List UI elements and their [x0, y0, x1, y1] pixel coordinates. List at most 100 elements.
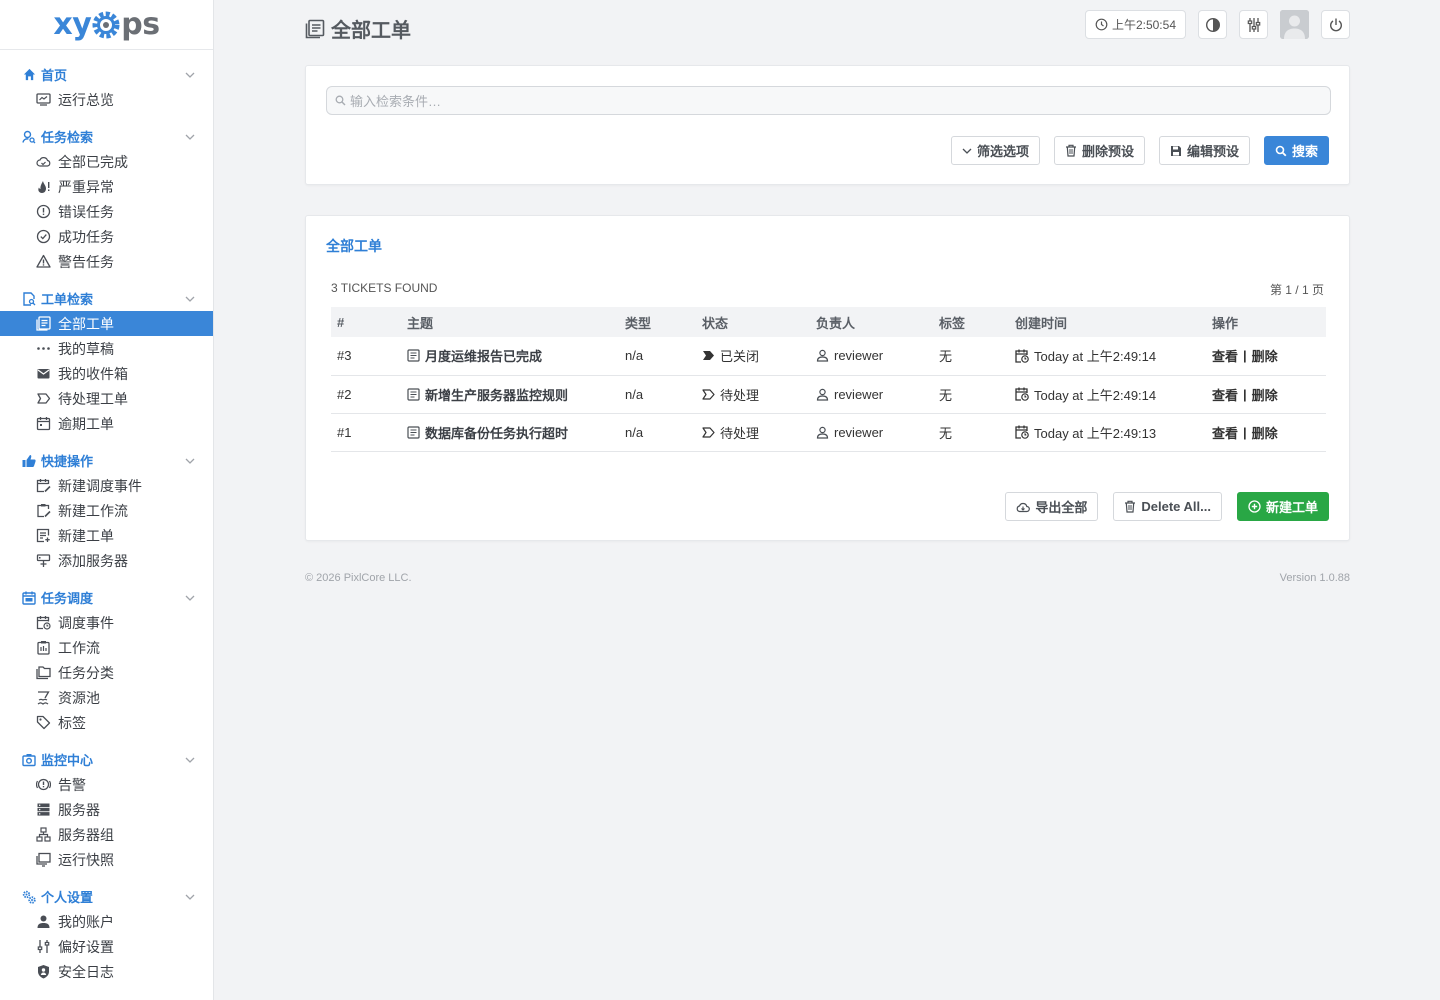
sidebar-item-error[interactable]: 错误任务 — [0, 199, 213, 224]
nav-head-scheduler[interactable]: 任务调度 — [0, 585, 213, 610]
column-header[interactable]: 状态 — [696, 307, 810, 337]
edit-preset-button[interactable]: 编辑预设 — [1158, 136, 1250, 165]
sidebar-item-success[interactable]: 成功任务 — [0, 224, 213, 249]
sidebar: xy ps 首页 运行总览 任务检索 全部已完成 严重异常 错误任务 成功任务 … — [0, 0, 214, 1000]
sidebar-item-servers[interactable]: 服务器 — [0, 797, 213, 822]
sidebar-item-events[interactable]: 调度事件 — [0, 610, 213, 635]
sidebar-item-tags[interactable]: 标签 — [0, 710, 213, 735]
nav-head-job-search[interactable]: 任务检索 — [0, 124, 213, 149]
chevron-down-icon[interactable] — [185, 757, 195, 763]
column-header[interactable]: 创建时间 — [1009, 307, 1206, 337]
nav-head-home[interactable]: 首页 — [0, 62, 213, 87]
chevron-down-icon[interactable] — [185, 458, 195, 464]
ticket-type: n/a — [619, 413, 696, 452]
sidebar-item-new-ticket[interactable]: 新建工单 — [0, 523, 213, 548]
sidebar-item-new-workflow[interactable]: 新建工作流 — [0, 498, 213, 523]
table-header-row: # 主题 类型 状态 负责人 标签 创建时间 操作 — [331, 307, 1326, 337]
trash-icon — [1065, 144, 1077, 157]
nav-section-job-search: 任务检索 全部已完成 严重异常 错误任务 成功任务 警告任务 — [0, 124, 213, 274]
clock-button[interactable]: 上午2:50:54 — [1084, 10, 1186, 39]
filter-options-button[interactable]: 筛选选项 — [950, 136, 1040, 165]
folder-multiple-icon — [36, 665, 51, 680]
column-header[interactable]: 标签 — [933, 307, 1009, 337]
export-all-button[interactable]: 导出全部 — [1005, 492, 1099, 521]
sidebar-item-label: 我的收件箱 — [58, 365, 128, 382]
delete-link[interactable]: 删除 — [1252, 346, 1278, 365]
sidebar-item-overdue[interactable]: 逾期工单 — [0, 411, 213, 436]
chevron-down-icon[interactable] — [185, 72, 195, 78]
sidebar-item-server-groups[interactable]: 服务器组 — [0, 822, 213, 847]
search-input[interactable]: 输入检索条件… — [326, 86, 1331, 115]
sidebar-item-label: 新建调度事件 — [58, 477, 142, 494]
settings-button[interactable] — [1239, 10, 1268, 39]
nav-head-quick-actions[interactable]: 快捷操作 — [0, 448, 213, 473]
sidebar-item-security-log[interactable]: 安全日志 — [0, 959, 213, 984]
avatar[interactable] — [1280, 10, 1309, 39]
sidebar-item-all-completed[interactable]: 全部已完成 — [0, 149, 213, 174]
sidebar-item-resource-pool[interactable]: 资源池 — [0, 685, 213, 710]
sidebar-item-account[interactable]: 我的账户 — [0, 909, 213, 934]
delete-link[interactable]: 删除 — [1252, 385, 1278, 404]
column-header[interactable]: # — [331, 307, 401, 337]
nav-head-settings[interactable]: 个人设置 — [0, 884, 213, 909]
column-header[interactable]: 主题 — [401, 307, 619, 337]
sidebar-item-snapshots[interactable]: 运行快照 — [0, 847, 213, 872]
delete-preset-button[interactable]: 删除预设 — [1053, 136, 1145, 165]
ticket-type: n/a — [619, 337, 696, 376]
sidebar-item-label: 任务分类 — [58, 664, 114, 681]
theme-toggle-button[interactable] — [1198, 10, 1227, 39]
server-icon — [36, 802, 51, 817]
view-link[interactable]: 查看 — [1212, 423, 1238, 442]
logo[interactable]: xy ps — [0, 0, 213, 50]
chevron-down-icon[interactable] — [185, 134, 195, 140]
delete-link[interactable]: 删除 — [1252, 423, 1278, 442]
ticket-assignee: reviewer — [816, 348, 933, 363]
sidebar-item-alerts[interactable]: 告警 — [0, 772, 213, 797]
nav-section-monitoring: 监控中心 告警 服务器 服务器组 运行快照 — [0, 747, 213, 872]
sidebar-item-critical[interactable]: 严重异常 — [0, 174, 213, 199]
column-header[interactable]: 类型 — [619, 307, 696, 337]
chevron-down-icon[interactable] — [185, 595, 195, 601]
account-outline-icon — [816, 426, 829, 439]
sidebar-item-drafts[interactable]: 我的草稿 — [0, 336, 213, 361]
results-count: 3 TICKETS FOUND — [331, 281, 438, 295]
sidebar-item-new-event[interactable]: 新建调度事件 — [0, 473, 213, 498]
assignee-name: reviewer — [834, 348, 884, 364]
column-header[interactable]: 负责人 — [810, 307, 933, 337]
sidebar-item-pending[interactable]: 待处理工单 — [0, 386, 213, 411]
nav-head-monitoring[interactable]: 监控中心 — [0, 747, 213, 772]
nav-head-label: 工单检索 — [41, 292, 94, 307]
calendar-icon — [36, 416, 51, 431]
nav-head-tickets[interactable]: 工单检索 — [0, 286, 213, 311]
chevron-down-icon[interactable] — [185, 296, 195, 302]
chevron-down-icon[interactable] — [185, 894, 195, 900]
sidebar-item-warning[interactable]: 警告任务 — [0, 249, 213, 274]
sidebar-item-inbox[interactable]: 我的收件箱 — [0, 361, 213, 386]
sidebar-item-add-server[interactable]: 添加服务器 — [0, 548, 213, 573]
sidebar-item-categories[interactable]: 任务分类 — [0, 660, 213, 685]
nav-head-label: 首页 — [41, 68, 68, 83]
power-icon — [1328, 17, 1344, 33]
action-separator: | — [1243, 348, 1247, 364]
calendar-clock-icon — [1015, 387, 1029, 401]
tag-icon — [36, 715, 51, 730]
view-link[interactable]: 查看 — [1212, 385, 1238, 404]
footer-version: Version 1.0.88 — [1279, 572, 1350, 584]
sidebar-item-overview[interactable]: 运行总览 — [0, 87, 213, 112]
search-button[interactable]: 搜索 — [1263, 136, 1329, 165]
ticket-subject-link[interactable]: 新增生产服务器监控规则 — [407, 385, 619, 404]
sidebar-item-workflows[interactable]: 工作流 — [0, 635, 213, 660]
view-link[interactable]: 查看 — [1212, 346, 1238, 365]
note-plus-icon — [36, 528, 51, 543]
label-outline-icon — [702, 388, 715, 400]
new-ticket-button[interactable]: 新建工单 — [1236, 492, 1329, 521]
user-search-icon — [22, 130, 36, 144]
sidebar-item-preferences[interactable]: 偏好设置 — [0, 934, 213, 959]
clipboard-list-icon — [36, 640, 51, 655]
ticket-subject-link[interactable]: 月度运维报告已完成 — [407, 346, 619, 365]
shield-account-icon — [36, 964, 51, 979]
ticket-subject-link[interactable]: 数据库备份任务执行超时 — [407, 423, 619, 442]
delete-all-button[interactable]: Delete All... — [1113, 492, 1222, 521]
sidebar-item-all-tickets[interactable]: 全部工单 — [0, 311, 213, 336]
logout-button[interactable] — [1321, 10, 1350, 39]
